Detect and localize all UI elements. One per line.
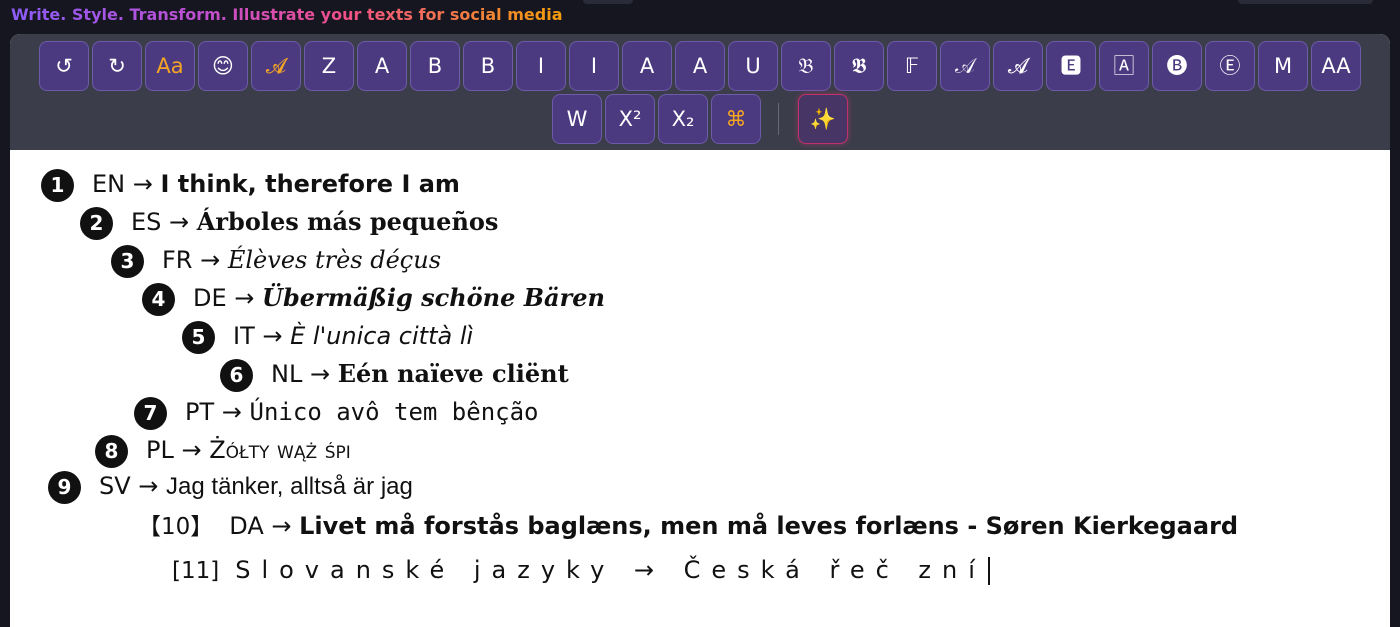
- text-cursor: [987, 557, 990, 585]
- styled-text: Único avô tem bênção: [249, 398, 539, 426]
- bold-serif-button[interactable]: B: [463, 41, 513, 91]
- double-struck-button[interactable]: 𝔽: [887, 41, 937, 91]
- subscript-button[interactable]: X₂: [658, 94, 708, 144]
- styled-text: Żółty wąż śpi: [209, 436, 351, 464]
- top-tab-decoration: [1238, 0, 1373, 4]
- bold-fraktur-button[interactable]: 𝕭: [834, 41, 884, 91]
- case-button[interactable]: Aa: [145, 41, 195, 91]
- line-number-label: [11]: [172, 558, 220, 584]
- language-label: DA →: [229, 512, 292, 540]
- clear-format-button[interactable]: Z: [304, 41, 354, 91]
- editor-line-3: 3 FR → Élèves très déçus: [111, 243, 441, 278]
- line-number-badge: 9: [48, 470, 81, 504]
- editor-line-9: 9 SV → Jag tänker, alltså är jag: [48, 469, 413, 504]
- formatting-toolbar: ↺ ↻ Aa 😊 𝓐 Z A B B I I A A U 𝔅 𝕭 𝔽 𝒜 𝓐 🅴 🄰 🅑 Ⓔ M AA W X² X₂ ⌘ ✨: [10, 34, 1390, 150]
- language-label: ES →: [131, 208, 190, 236]
- editor-line-10: 【10】 DA → Livet må forstås baglæns, men m…: [138, 509, 1238, 544]
- language-label: IT →: [233, 322, 283, 350]
- magic-sparkles-button[interactable]: ✨: [798, 94, 848, 144]
- language-label: PT →: [185, 398, 242, 426]
- editor-line-11: [11] Slovanské jazyky → Česká řeč zní: [172, 553, 990, 588]
- top-bar: Write. Style. Transform. Illustrate your…: [0, 0, 1400, 34]
- redo-button[interactable]: ↻: [92, 41, 142, 91]
- bold-italic-sans-button[interactable]: I: [569, 41, 619, 91]
- sans-style-button[interactable]: A: [357, 41, 407, 91]
- line-number-label: 【10】: [138, 514, 214, 540]
- language-label: EN →: [92, 170, 153, 198]
- bold-sans-button[interactable]: B: [410, 41, 460, 91]
- styled-text: Árboles más pequeños: [196, 207, 499, 236]
- editor-line-4: 4 DE → Übermäßig schöne Bären: [142, 281, 605, 316]
- styled-text: Jag tänker, alltså är jag: [166, 473, 413, 500]
- uppercase-button[interactable]: AA: [1311, 41, 1361, 91]
- editor-line-6: 6 NL → Eén naïeve cliënt: [220, 357, 569, 392]
- toolbar-row-2: W X² X₂ ⌘ ✨: [10, 94, 1390, 144]
- script-style-button[interactable]: 𝓐: [251, 41, 301, 91]
- script-button[interactable]: 𝒜: [940, 41, 990, 91]
- squared-button[interactable]: 🄰: [1099, 41, 1149, 91]
- undo-button[interactable]: ↺: [39, 41, 89, 91]
- styled-text: Livet må forstås baglæns, men må leves f…: [299, 512, 1239, 540]
- language-label: NL →: [271, 360, 331, 388]
- italic-sans-button[interactable]: I: [516, 41, 566, 91]
- language-label: FR →: [162, 246, 221, 274]
- wide-button[interactable]: W: [552, 94, 602, 144]
- line-number-badge: 5: [182, 320, 215, 354]
- editor-panel: ↺ ↻ Aa 😊 𝓐 Z A B B I I A A U 𝔅 𝕭 𝔽 𝒜 𝓐 🅴 🄰 🅑 Ⓔ M AA W X² X₂ ⌘ ✨ 1 EN …: [10, 34, 1390, 627]
- italic-serif-button[interactable]: A: [622, 41, 672, 91]
- line-number-badge: 7: [134, 396, 167, 430]
- line-number-badge: 3: [111, 244, 144, 278]
- toolbar-row-1: ↺ ↻ Aa 😊 𝓐 Z A B B I I A A U 𝔅 𝕭 𝔽 𝒜 𝓐 🅴 🄰 🅑 Ⓔ M AA: [10, 41, 1390, 91]
- editor-line-7: 7 PT → Único avô tem bênção: [134, 395, 539, 430]
- styled-text: Slovanské jazyky → Česká řeč zní: [235, 556, 986, 584]
- top-tab-decoration: [583, 0, 633, 4]
- squared-negative-button[interactable]: 🅴: [1046, 41, 1096, 91]
- editor-line-8: 8 PL → Żółty wąż śpi: [95, 433, 351, 468]
- styled-text: Übermäßig schöne Bären: [262, 283, 605, 312]
- app-tagline: Write. Style. Transform. Illustrate your…: [11, 5, 563, 24]
- editor-line-1: 1 EN → I think, therefore I am: [41, 167, 460, 202]
- emoji-button[interactable]: 😊: [198, 41, 248, 91]
- editor-line-5: 5 IT → È l'unica città lì: [182, 319, 473, 354]
- superscript-button[interactable]: X²: [605, 94, 655, 144]
- underline-button[interactable]: U: [728, 41, 778, 91]
- bold-script-button[interactable]: 𝓐: [993, 41, 1043, 91]
- bold-italic-serif-button[interactable]: A: [675, 41, 725, 91]
- styled-text: I think, therefore I am: [160, 170, 460, 198]
- line-number-badge: 6: [220, 358, 253, 392]
- line-number-badge: 1: [41, 168, 74, 202]
- editor-line-2: 2 ES → Árboles más pequeños: [80, 205, 498, 240]
- fraktur-button[interactable]: 𝔅: [781, 41, 831, 91]
- circled-button[interactable]: Ⓔ: [1205, 41, 1255, 91]
- language-label: SV →: [99, 472, 159, 500]
- circled-negative-button[interactable]: 🅑: [1152, 41, 1202, 91]
- toolbar-separator: [778, 103, 779, 135]
- styled-text: Eén naïeve cliënt: [337, 359, 569, 388]
- monospace-button[interactable]: M: [1258, 41, 1308, 91]
- line-number-badge: 2: [80, 206, 113, 240]
- language-label: DE →: [193, 284, 255, 312]
- line-number-badge: 4: [142, 282, 175, 316]
- styled-text: È l'unica città lì: [290, 322, 474, 350]
- language-label: PL →: [146, 436, 202, 464]
- symbols-button[interactable]: ⌘: [711, 94, 761, 144]
- text-editor[interactable]: 1 EN → I think, therefore I am 2 ES → Árbo…: [10, 150, 1390, 627]
- styled-text: Élèves très déçus: [227, 246, 442, 274]
- line-number-badge: 8: [95, 434, 128, 468]
